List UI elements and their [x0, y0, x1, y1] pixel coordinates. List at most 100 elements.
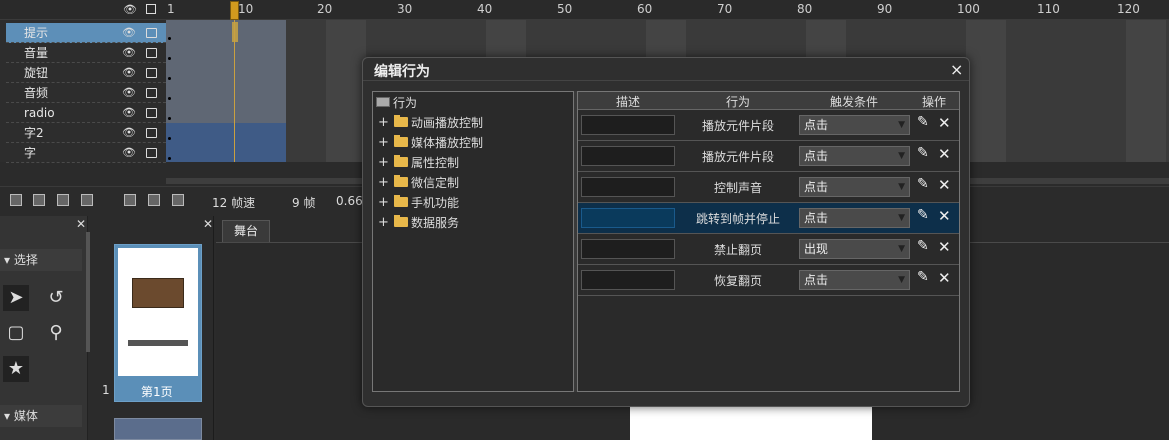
table-row[interactable]: 播放元件片段 点击 ▼ ✎ ✕: [578, 110, 959, 141]
arrow-tool-icon[interactable]: ➤: [3, 285, 29, 311]
tree-item[interactable]: + 微信定制: [378, 173, 459, 191]
new-layer-icon[interactable]: [10, 194, 22, 206]
transform-tool-icon[interactable]: ▢: [3, 320, 29, 346]
lock-icon[interactable]: [146, 87, 157, 98]
trigger-value: 点击: [804, 273, 829, 287]
trigger-select[interactable]: 点击 ▼: [799, 146, 910, 166]
table-row[interactable]: 播放元件片段 点击 ▼ ✎ ✕: [578, 141, 959, 172]
expand-icon[interactable]: +: [378, 135, 390, 150]
table-row[interactable]: 控制声音 点击 ▼ ✎ ✕: [578, 172, 959, 203]
zoom-tool-icon[interactable]: ⚲: [43, 320, 69, 346]
tree-root[interactable]: 行为: [376, 93, 417, 111]
panel-scrollbar[interactable]: [86, 232, 90, 352]
lock-icon[interactable]: [146, 67, 157, 78]
layer-row[interactable]: 提示 👁: [6, 23, 166, 43]
folder-icon[interactable]: [33, 194, 45, 206]
tree-item[interactable]: + 手机功能: [378, 193, 459, 211]
table-row-selected[interactable]: 跳转到帧并停止 点击 ▼ ✎ ✕: [578, 203, 959, 234]
tree-item[interactable]: + 动画播放控制: [378, 113, 483, 131]
close-icon[interactable]: ✕: [938, 176, 951, 194]
layer-row[interactable]: 音频 👁: [6, 83, 166, 103]
description-input[interactable]: [581, 146, 675, 166]
tab-stage[interactable]: 舞台: [222, 220, 270, 242]
close-icon[interactable]: ✕: [938, 114, 951, 132]
trigger-select[interactable]: 点击 ▼: [799, 177, 910, 197]
layer-row[interactable]: 音量 👁: [6, 43, 166, 63]
layer-row[interactable]: 字 👁: [6, 143, 166, 163]
expand-icon[interactable]: +: [378, 155, 390, 170]
lock-icon[interactable]: [146, 27, 157, 38]
tree-item[interactable]: + 数据服务: [378, 213, 459, 231]
eye-icon[interactable]: 👁: [123, 3, 137, 16]
table-row[interactable]: 恢复翻页 点击 ▼ ✎ ✕: [578, 265, 959, 296]
close-icon[interactable]: ×: [950, 60, 963, 79]
pencil-icon[interactable]: ✎: [917, 269, 929, 285]
trigger-select[interactable]: 点击 ▼: [799, 270, 910, 290]
lock-icon[interactable]: [146, 127, 157, 138]
close-icon[interactable]: ✕: [76, 217, 86, 231]
pencil-icon[interactable]: ✎: [917, 114, 929, 130]
selected-frames[interactable]: [166, 123, 286, 162]
pencil-icon[interactable]: ✎: [917, 145, 929, 161]
trigger-select[interactable]: 出现 ▼: [799, 239, 910, 259]
eye-icon[interactable]: 👁: [122, 86, 136, 99]
timeline-ruler[interactable]: [0, 0, 1169, 20]
frame-icon[interactable]: [124, 194, 136, 206]
layer-row[interactable]: radio 👁: [6, 103, 166, 123]
ruler-tick: 50: [557, 2, 573, 16]
layer-name: 字: [24, 146, 37, 160]
star-tool-icon[interactable]: ★: [3, 356, 29, 382]
remove-frame-icon[interactable]: [172, 194, 184, 206]
description-input[interactable]: [581, 239, 675, 259]
close-icon[interactable]: ✕: [938, 269, 951, 287]
stage-page[interactable]: [630, 407, 872, 440]
close-icon[interactable]: ✕: [938, 207, 951, 225]
eye-icon[interactable]: 👁: [122, 46, 136, 59]
eye-icon[interactable]: 👁: [122, 146, 136, 159]
expand-icon[interactable]: +: [378, 115, 390, 130]
keyframe[interactable]: [232, 22, 238, 42]
page-thumbnail[interactable]: [114, 418, 202, 440]
layer-row[interactable]: 旋钮 👁: [6, 63, 166, 83]
eye-icon[interactable]: 👁: [122, 26, 136, 39]
pencil-icon[interactable]: ✎: [917, 176, 929, 192]
add-frame-icon[interactable]: [148, 194, 160, 206]
trigger-select[interactable]: 点击 ▼: [799, 115, 910, 135]
fps-label: 12 帧速: [212, 196, 256, 210]
eye-icon[interactable]: 👁: [122, 66, 136, 79]
dropdown-arrow-icon: ▼: [898, 213, 905, 223]
copy-icon[interactable]: [81, 194, 93, 206]
expand-icon[interactable]: +: [378, 215, 390, 230]
trigger-select[interactable]: 点击 ▼: [799, 208, 910, 228]
eye-icon[interactable]: 👁: [122, 106, 136, 119]
description-input[interactable]: [581, 177, 675, 197]
delete-icon[interactable]: [57, 194, 69, 206]
lasso-tool-icon[interactable]: ↺: [43, 285, 69, 311]
pencil-icon[interactable]: ✎: [917, 238, 929, 254]
folder-icon: [394, 155, 408, 167]
section-select[interactable]: ▾ 选择: [0, 249, 82, 271]
description-input[interactable]: [581, 208, 675, 228]
pencil-icon[interactable]: ✎: [917, 207, 929, 223]
layer-name: 提示: [24, 26, 49, 40]
expand-icon[interactable]: +: [378, 175, 390, 190]
layer-row[interactable]: 字2 👁: [6, 123, 166, 143]
close-icon[interactable]: ✕: [938, 238, 951, 256]
expand-icon[interactable]: +: [378, 195, 390, 210]
lock-icon[interactable]: [146, 4, 156, 14]
tree-item[interactable]: + 属性控制: [378, 153, 459, 171]
eye-icon[interactable]: 👁: [122, 126, 136, 139]
lock-icon[interactable]: [146, 47, 157, 58]
close-icon[interactable]: ✕: [203, 217, 213, 231]
tree-item[interactable]: + 媒体播放控制: [378, 133, 483, 151]
tree-item-label: 手机功能: [411, 195, 460, 210]
close-icon[interactable]: ✕: [938, 145, 951, 163]
frame-count: 9 帧: [292, 196, 316, 210]
table-row[interactable]: 禁止翻页 出现 ▼ ✎ ✕: [578, 234, 959, 265]
lock-icon[interactable]: [146, 147, 157, 158]
section-media[interactable]: ▾ 媒体: [0, 405, 82, 427]
ruler-tick: 120: [1117, 2, 1140, 16]
description-input[interactable]: [581, 115, 675, 135]
lock-icon[interactable]: [146, 107, 157, 118]
description-input[interactable]: [581, 270, 675, 290]
